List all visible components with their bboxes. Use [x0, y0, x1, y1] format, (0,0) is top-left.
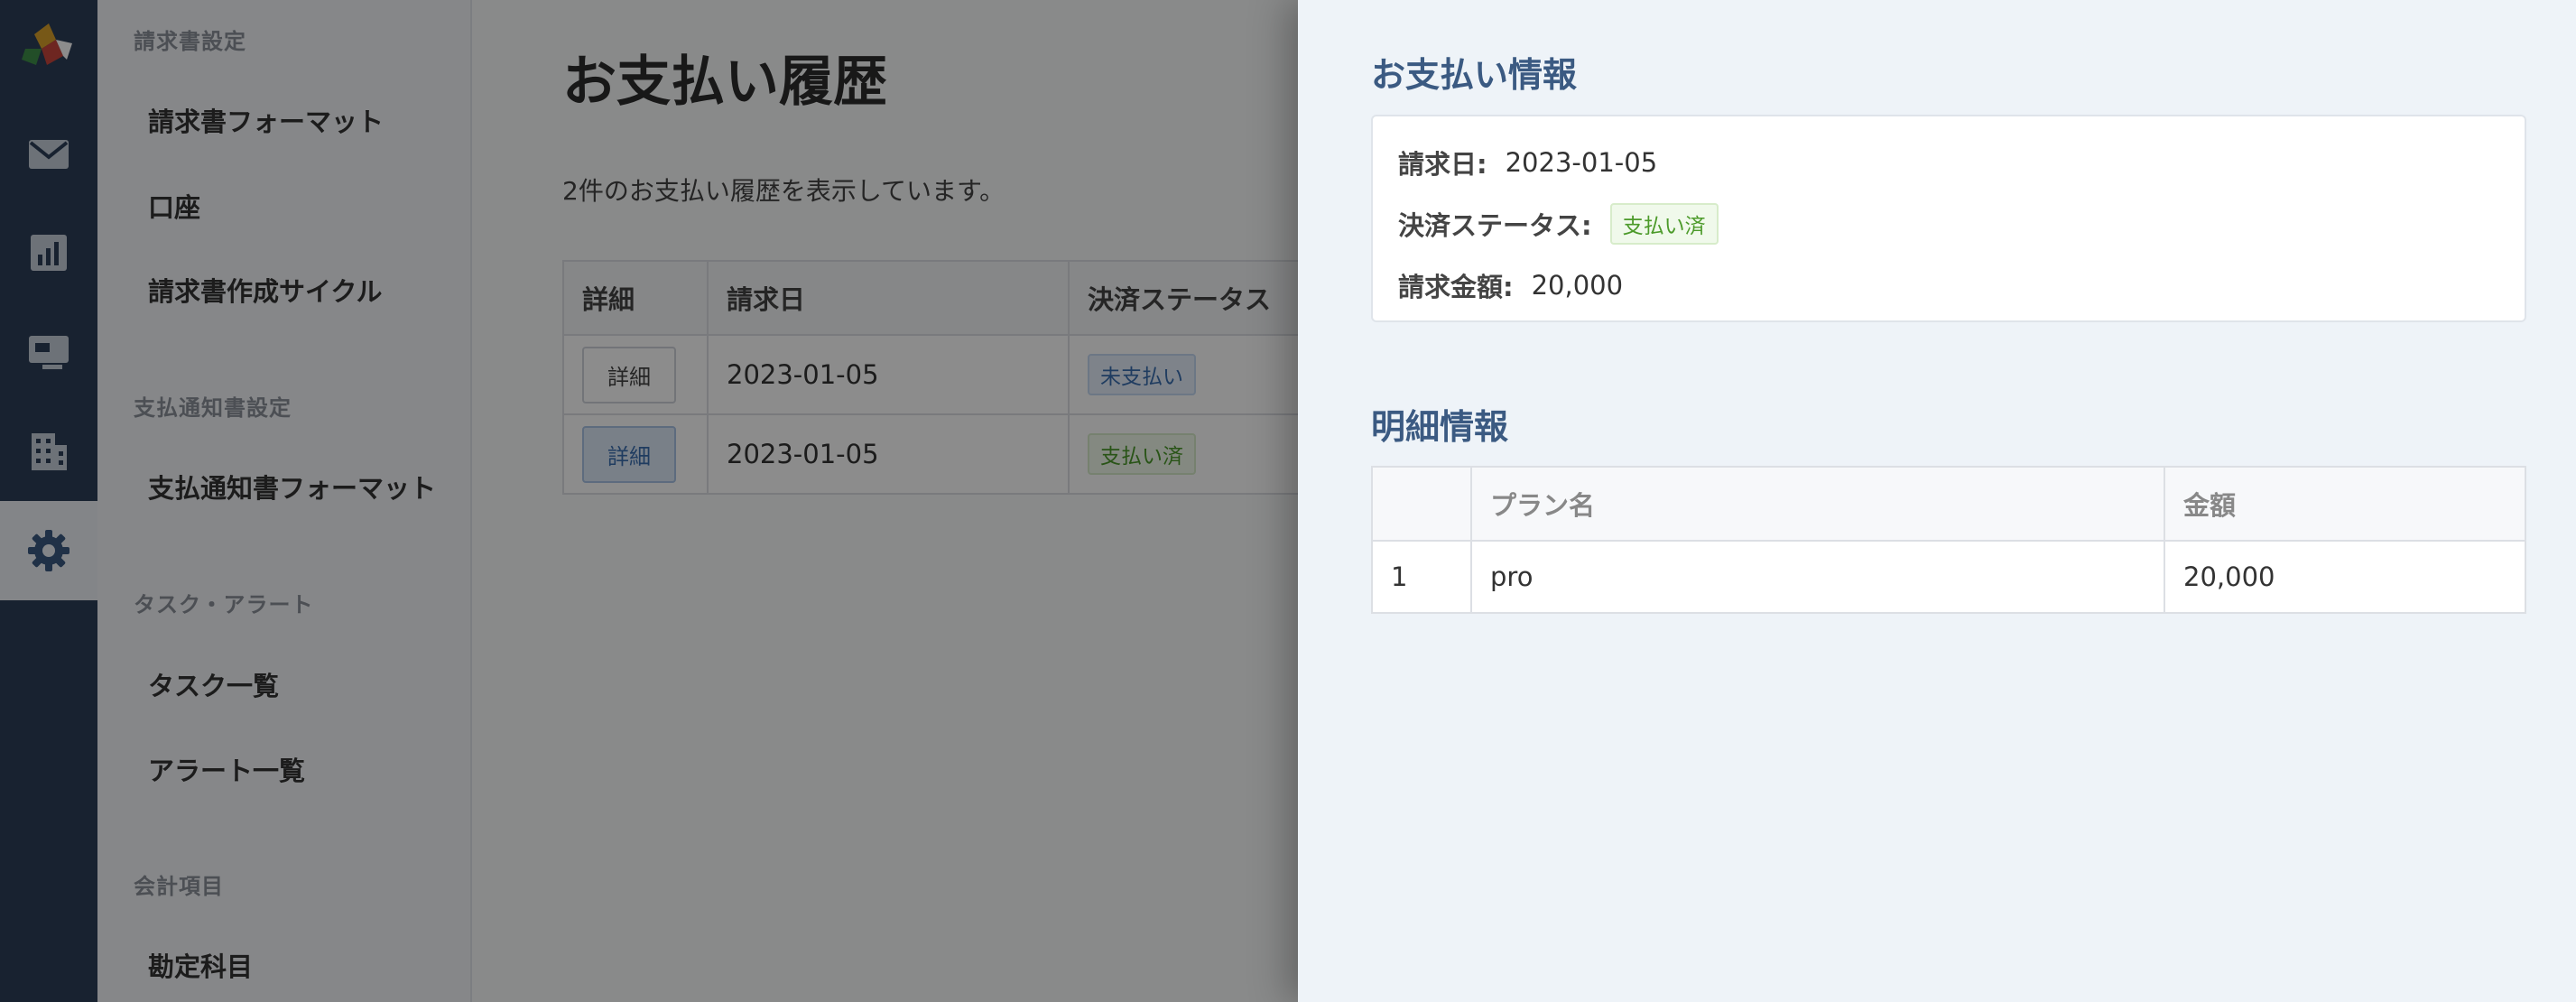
status-label: 決済ステータス: — [1398, 210, 1592, 241]
table-cell: pro — [1470, 540, 2165, 614]
payment-detail-drawer: お支払い情報 請求日: 2023-01-05 決済ステータス: 支払い済 請求金… — [1298, 0, 2576, 1002]
column-header: プラン名 — [1470, 466, 2165, 542]
table-cell: 1 — [1371, 540, 1472, 614]
column-header: 金額 — [2164, 466, 2526, 542]
invoice-date-label: 請求日: — [1398, 149, 1487, 180]
payment-info-heading: お支払い情報 — [1371, 55, 1578, 95]
line-items-table: プラン名 金額 1 pro 20,000 — [1371, 466, 2526, 614]
modal-overlay[interactable] — [0, 0, 1298, 1002]
status-badge: 支払い済 — [1609, 203, 1719, 245]
table-header-row: プラン名 金額 — [1371, 466, 2526, 542]
column-header — [1371, 466, 1472, 542]
amount-value: 20,000 — [1531, 270, 1624, 301]
amount-label: 請求金額: — [1398, 272, 1514, 302]
amount-row: 請求金額: 20,000 — [1398, 266, 1623, 304]
table-cell: 20,000 — [2164, 540, 2526, 614]
invoice-date-row: 請求日: 2023-01-05 — [1398, 144, 1657, 181]
detail-info-heading: 明細情報 — [1371, 407, 1509, 447]
invoice-date-value: 2023-01-05 — [1505, 147, 1658, 178]
status-row: 決済ステータス: 支払い済 — [1398, 203, 1719, 245]
table-row: 1 pro 20,000 — [1371, 540, 2526, 614]
payment-info-card: 請求日: 2023-01-05 決済ステータス: 支払い済 請求金額: 20,0… — [1371, 115, 2526, 322]
